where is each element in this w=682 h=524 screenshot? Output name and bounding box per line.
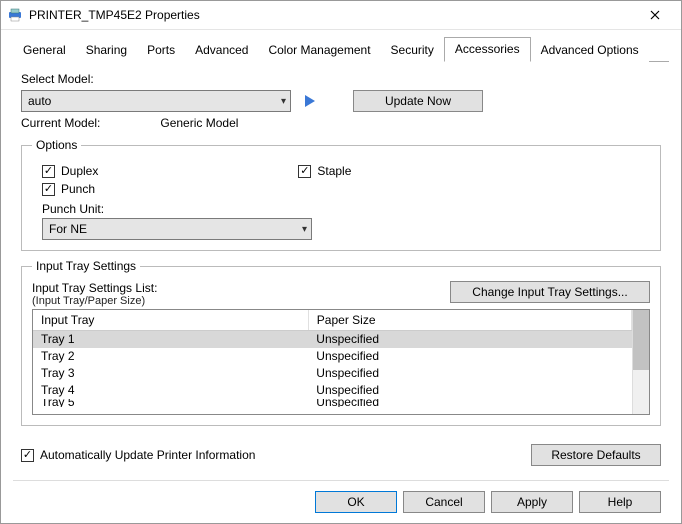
staple-checkbox[interactable]: ✓ Staple [298, 164, 351, 178]
input-tray-list-sub: (Input Tray/Paper Size) [32, 295, 157, 307]
punch-checkbox[interactable]: ✓ Punch [42, 182, 95, 196]
duplex-label: Duplex [61, 164, 98, 178]
input-tray-table[interactable]: Input Tray Paper Size Tray 1 Unspecified… [33, 310, 632, 407]
change-input-tray-button[interactable]: Change Input Tray Settings... [450, 281, 650, 303]
tab-ports[interactable]: Ports [137, 39, 185, 62]
staple-label: Staple [317, 164, 351, 178]
table-row[interactable]: Tray 1 Unspecified [33, 331, 632, 348]
checkmark-icon: ✓ [298, 165, 311, 178]
select-model-value: auto [28, 94, 51, 108]
dialog-buttons: OK Cancel Apply Help [13, 480, 669, 513]
scrollbar-thumb[interactable] [633, 310, 649, 370]
input-tray-table-wrap: Input Tray Paper Size Tray 1 Unspecified… [32, 309, 650, 415]
col-input-tray[interactable]: Input Tray [33, 310, 308, 331]
auto-update-checkbox[interactable]: ✓ Automatically Update Printer Informati… [21, 448, 255, 462]
properties-window: PRINTER_TMP45E2 Properties General Shari… [0, 0, 682, 524]
table-row[interactable]: Tray 2 Unspecified [33, 348, 632, 365]
punch-label: Punch [61, 182, 95, 196]
select-model-row: Select Model: [21, 72, 661, 86]
auto-update-label: Automatically Update Printer Information [40, 448, 255, 462]
checkmark-icon: ✓ [42, 183, 55, 196]
update-now-button[interactable]: Update Now [353, 90, 483, 112]
close-button[interactable] [635, 1, 675, 29]
tab-advanced-options[interactable]: Advanced Options [531, 39, 649, 62]
scrollbar[interactable] [632, 310, 649, 414]
current-model-value: Generic Model [160, 116, 238, 130]
titlebar: PRINTER_TMP45E2 Properties [1, 1, 681, 30]
tab-security[interactable]: Security [381, 39, 444, 62]
select-model-combo[interactable]: auto ▾ [21, 90, 291, 112]
duplex-checkbox[interactable]: ✓ Duplex [42, 164, 98, 178]
window-title: PRINTER_TMP45E2 Properties [29, 8, 635, 22]
options-legend: Options [32, 138, 81, 152]
current-model-label: Current Model: [21, 116, 100, 130]
chevron-down-icon: ▾ [302, 224, 307, 235]
current-model-row: Current Model: Generic Model [21, 116, 661, 130]
footer-row: ✓ Automatically Update Printer Informati… [21, 444, 661, 466]
options-group: Options ✓ Duplex ✓ Staple ✓ Punch Punch … [21, 138, 661, 251]
apply-button[interactable]: Apply [491, 491, 573, 513]
tab-general[interactable]: General [13, 39, 76, 62]
input-tray-list-label: Input Tray Settings List: [32, 281, 157, 295]
col-paper-size[interactable]: Paper Size [308, 310, 631, 331]
punch-unit-value: For NE [49, 222, 87, 236]
tab-color-management[interactable]: Color Management [258, 39, 380, 62]
ok-button[interactable]: OK [315, 491, 397, 513]
checkmark-icon: ✓ [42, 165, 55, 178]
tab-accessories[interactable]: Accessories [444, 37, 531, 62]
cancel-button[interactable]: Cancel [403, 491, 485, 513]
client-area: General Sharing Ports Advanced Color Man… [1, 30, 681, 523]
tab-strip: General Sharing Ports Advanced Color Man… [13, 36, 669, 62]
checkmark-icon: ✓ [21, 449, 34, 462]
tab-advanced[interactable]: Advanced [185, 39, 258, 62]
tab-sharing[interactable]: Sharing [76, 39, 137, 62]
input-tray-group: Input Tray Settings Input Tray Settings … [21, 259, 661, 426]
detect-play-icon[interactable] [305, 95, 315, 107]
select-model-label: Select Model: [21, 72, 661, 86]
input-tray-legend: Input Tray Settings [32, 259, 140, 273]
help-button[interactable]: Help [579, 491, 661, 513]
table-row[interactable]: Tray 4 Unspecified [33, 382, 632, 399]
chevron-down-icon: ▾ [281, 96, 286, 107]
restore-defaults-button[interactable]: Restore Defaults [531, 444, 661, 466]
select-model-controls: auto ▾ Update Now [21, 90, 661, 112]
punch-unit-combo[interactable]: For NE ▾ [42, 218, 312, 240]
table-row[interactable]: Tray 3 Unspecified [33, 365, 632, 382]
table-row[interactable]: Tray 5 Unspecified [33, 399, 632, 407]
punch-unit-label: Punch Unit: [42, 202, 650, 216]
printer-icon [7, 7, 23, 23]
